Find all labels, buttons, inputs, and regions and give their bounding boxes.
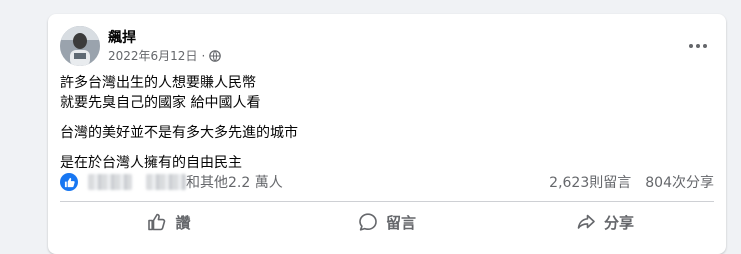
more-options-button[interactable] bbox=[682, 30, 714, 62]
like-button[interactable]: 讚 bbox=[60, 204, 278, 240]
more-horizontal-icon bbox=[688, 43, 708, 49]
globe-icon[interactable] bbox=[209, 49, 222, 62]
action-bar: 讚 留言 分享 bbox=[60, 204, 714, 240]
comment-icon bbox=[358, 212, 378, 232]
post-card: 飆捍 2022年6月12日 · 許多台灣出生的人想要賺人民幣 就要先臭自己的國家… bbox=[48, 14, 726, 254]
share-label: 分享 bbox=[603, 213, 634, 232]
post-text-line: 許多台灣出生的人想要賺人民幣 bbox=[60, 75, 256, 91]
thumbs-up-icon bbox=[147, 212, 167, 232]
share-button[interactable]: 分享 bbox=[496, 204, 714, 240]
comments-count[interactable]: 2,623則留言 bbox=[549, 172, 631, 192]
blurred-reactor-name bbox=[146, 174, 186, 190]
avatar[interactable] bbox=[60, 26, 100, 66]
share-icon bbox=[576, 212, 596, 232]
post-date[interactable]: 2022年6月12日 bbox=[108, 47, 197, 64]
post-stats: 和其他2.2 萬人 2,623則留言 804次分享 bbox=[60, 170, 714, 194]
like-icon[interactable] bbox=[60, 173, 78, 191]
divider bbox=[60, 201, 714, 202]
avatar-image bbox=[60, 26, 100, 66]
shares-count[interactable]: 804次分享 bbox=[645, 172, 714, 192]
post-header: 飆捍 2022年6月12日 · bbox=[60, 26, 714, 66]
stats-right: 2,623則留言 804次分享 bbox=[549, 172, 714, 192]
comment-label: 留言 bbox=[385, 213, 416, 232]
comment-button[interactable]: 留言 bbox=[278, 204, 496, 240]
blurred-reactor-name bbox=[88, 174, 132, 190]
meta-separator: · bbox=[201, 48, 206, 63]
post-body: 許多台灣出生的人想要賺人民幣 就要先臭自己的國家 給中國人看 台灣的美好並不是有… bbox=[60, 73, 714, 173]
reactions-count[interactable]: 和其他2.2 萬人 bbox=[186, 172, 283, 192]
post-meta: 2022年6月12日 · bbox=[108, 47, 222, 64]
like-label: 讚 bbox=[175, 213, 191, 232]
post-text-line: 就要先臭自己的國家 給中國人看 bbox=[60, 95, 261, 111]
post-text-line: 台灣的美好並不是有多大多先進的城市 bbox=[60, 125, 298, 141]
author-name[interactable]: 飆捍 bbox=[108, 27, 136, 47]
